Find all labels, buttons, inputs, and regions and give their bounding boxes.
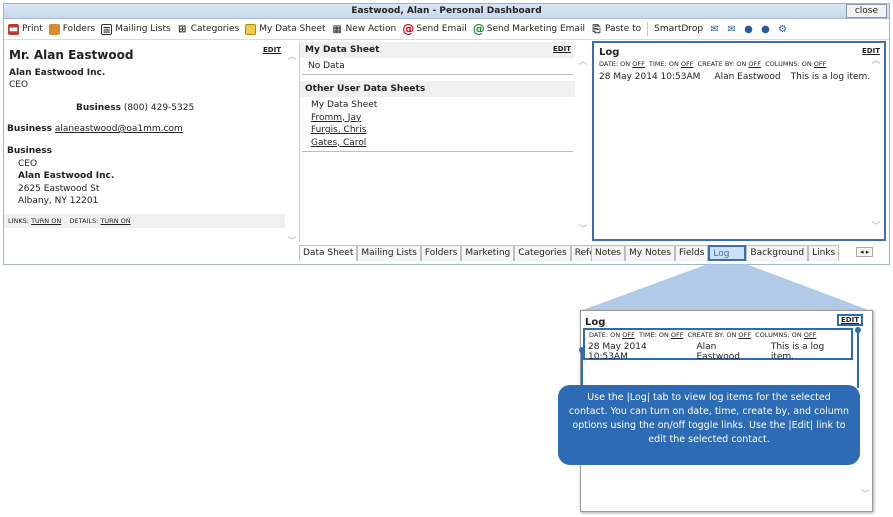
callout-bubble: Use the |Log| tab to view log items for …: [558, 385, 860, 465]
